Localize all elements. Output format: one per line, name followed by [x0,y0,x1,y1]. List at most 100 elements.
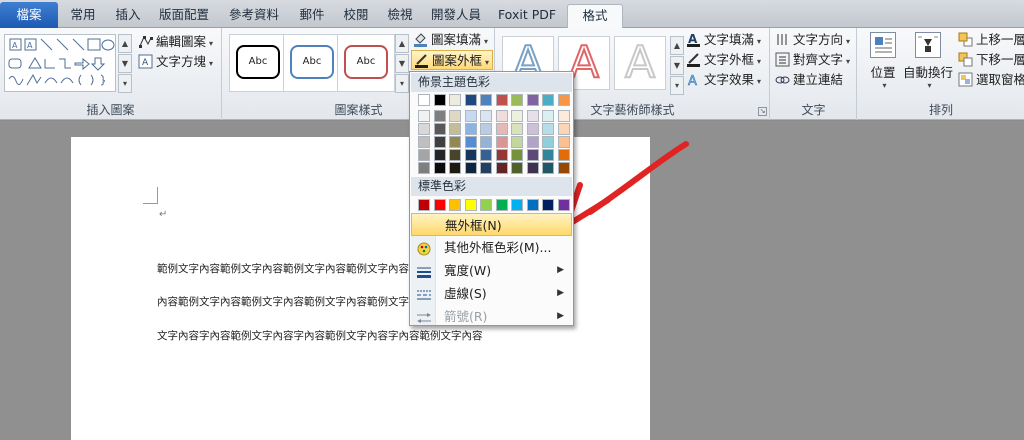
standard-color-swatch[interactable] [433,199,446,211]
theme-shade-swatch[interactable] [480,123,492,135]
theme-color-swatch[interactable] [557,94,570,106]
text-effects-button[interactable]: A 文字效果 ▾ [686,70,761,89]
theme-shade-swatch[interactable] [418,110,430,122]
theme-shade-swatch[interactable] [495,162,508,174]
tab-references[interactable]: 參考資料 [222,4,286,28]
theme-shade-swatch[interactable] [464,110,477,122]
theme-shade-swatch[interactable] [511,149,523,161]
theme-color-swatch[interactable] [511,94,523,106]
theme-shade-swatch[interactable] [464,149,477,161]
theme-color-swatch[interactable] [495,94,508,106]
shapes-scroll-down[interactable]: ▼ [118,54,132,73]
tab-insert[interactable]: 插入 [108,4,148,28]
theme-shade-swatch[interactable] [495,136,508,148]
theme-shade-swatch[interactable] [526,110,539,122]
theme-shade-swatch[interactable] [542,136,554,148]
text-direction-button[interactable]: 文字方向 ▾ [775,30,850,49]
text-fill-button[interactable]: A 文字填滿 ▾ [686,30,761,49]
standard-color-swatch[interactable] [526,199,539,211]
theme-shade-swatch[interactable] [542,162,554,174]
dashes-item[interactable]: 虛線(S) ▶ [411,282,572,305]
theme-shade-swatch[interactable] [418,162,430,174]
theme-shade-swatch[interactable] [433,149,446,161]
edit-shape-button[interactable]: 編輯圖案 ▾ [138,32,213,51]
theme-shade-swatch[interactable] [526,136,539,148]
theme-shade-swatch[interactable] [480,136,492,148]
theme-color-swatch[interactable] [449,94,461,106]
tab-review[interactable]: 校閱 [336,4,376,28]
theme-shade-swatch[interactable] [557,123,570,135]
theme-shade-swatch[interactable] [449,136,461,148]
theme-shade-swatch[interactable] [480,110,492,122]
standard-color-swatch[interactable] [542,199,554,211]
theme-shade-swatch[interactable] [542,123,554,135]
standard-color-swatch[interactable] [511,199,523,211]
tab-page-layout[interactable]: 版面配置 [152,4,216,28]
dialog-launcher-icon[interactable]: ↘ [758,107,767,116]
standard-color-swatch[interactable] [449,199,461,211]
theme-shade-swatch[interactable] [418,123,430,135]
theme-shade-swatch[interactable] [433,136,446,148]
no-outline-item[interactable]: 無外框(N) [411,213,572,236]
wrap-text-button[interactable]: 自動換行 ▾ [902,32,954,90]
create-link-button[interactable]: 建立連結 [775,70,843,89]
text-box-button[interactable]: A 文字方塊 ▾ [138,52,213,71]
standard-color-swatch[interactable] [557,199,570,211]
standard-color-swatch[interactable] [495,199,508,211]
theme-shade-swatch[interactable] [557,136,570,148]
theme-shade-swatch[interactable] [511,123,523,135]
theme-shade-swatch[interactable] [449,162,461,174]
tab-file[interactable]: 檔案 [0,2,58,28]
theme-shade-swatch[interactable] [495,110,508,122]
position-button[interactable]: 位置 ▾ [866,32,900,90]
tab-foxit-pdf[interactable]: Foxit PDF [494,4,560,28]
theme-shade-swatch[interactable] [526,149,539,161]
theme-shade-swatch[interactable] [418,149,430,161]
shapes-more[interactable]: ▾ [118,74,132,93]
styles-scroll-up[interactable]: ▲ [395,34,409,53]
theme-color-swatch[interactable] [464,94,477,106]
tab-home[interactable]: 常用 [60,4,106,28]
bring-forward-button[interactable]: 上移一層 [958,30,1024,49]
wordart-scroll-down[interactable]: ▼ [670,56,684,75]
theme-shade-swatch[interactable] [542,149,554,161]
shapes-gallery[interactable]: A A [4,34,116,92]
theme-shade-swatch[interactable] [495,149,508,161]
wordart-more[interactable]: ▾ [670,76,684,95]
theme-shade-swatch[interactable] [526,123,539,135]
theme-shade-swatch[interactable] [433,110,446,122]
text-outline-button[interactable]: 文字外框 ▾ [686,50,761,69]
send-backward-button[interactable]: 下移一層 [958,50,1024,69]
standard-color-swatch[interactable] [464,199,477,211]
shape-style-3[interactable]: Abc [337,34,395,92]
shapes-scroll-up[interactable]: ▲ [118,34,132,53]
theme-shade-swatch[interactable] [557,162,570,174]
theme-color-swatch[interactable] [526,94,539,106]
arrows-item[interactable]: 箭號(R) ▶ [411,305,572,328]
theme-shade-swatch[interactable] [511,162,523,174]
theme-shade-swatch[interactable] [449,149,461,161]
shape-style-2[interactable]: Abc [283,34,341,92]
tab-mailings[interactable]: 郵件 [292,4,332,28]
wordart-style-3[interactable]: A [614,36,666,90]
theme-shade-swatch[interactable] [464,136,477,148]
theme-shade-swatch[interactable] [433,123,446,135]
standard-color-swatch[interactable] [480,199,492,211]
theme-shade-swatch[interactable] [464,123,477,135]
theme-color-swatch[interactable] [542,94,554,106]
styles-more[interactable]: ▾ [395,74,409,93]
theme-shade-swatch[interactable] [433,162,446,174]
shape-style-1[interactable]: Abc [229,34,287,92]
tab-developer[interactable]: 開發人員 [424,4,488,28]
theme-shade-swatch[interactable] [526,162,539,174]
wordart-scroll-up[interactable]: ▲ [670,36,684,55]
tab-format[interactable]: 格式 [567,4,623,29]
shape-outline-button[interactable]: 圖案外框 ▾ [411,50,494,70]
standard-color-swatch[interactable] [418,199,430,211]
theme-shade-swatch[interactable] [449,110,461,122]
more-outline-colors-item[interactable]: 其他外框色彩(M)... [411,236,572,259]
tab-view[interactable]: 檢視 [380,4,420,28]
shape-fill-button[interactable]: 圖案填滿 ▾ [413,30,488,49]
theme-shade-swatch[interactable] [418,136,430,148]
theme-shade-swatch[interactable] [495,123,508,135]
